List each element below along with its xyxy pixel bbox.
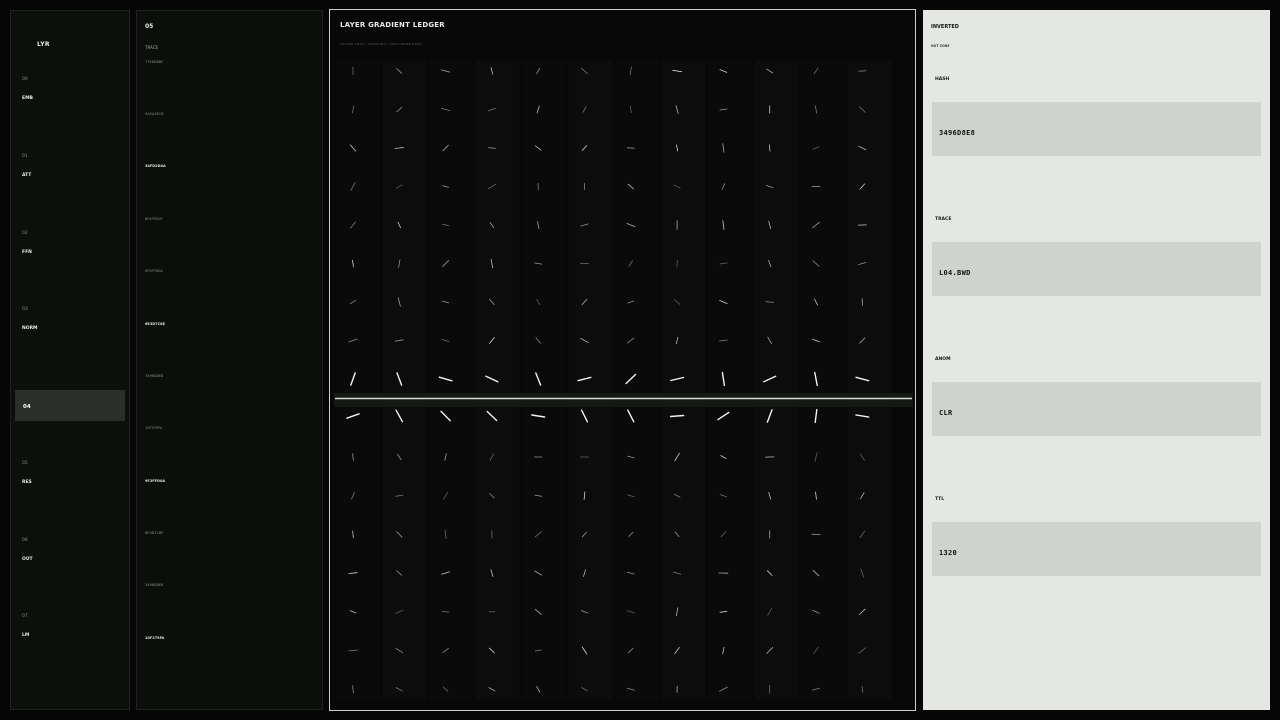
gradient-field-panel: LAYER GRADIENT LEDGER VECTOR FIELD / SIG… [329, 9, 916, 711]
layer-item-01[interactable]: 01 ATT [15, 154, 125, 186]
field-column [336, 60, 380, 700]
layer-number: 01 [22, 154, 28, 159]
trace-hash[interactable]: 6E3D7C8E [145, 322, 165, 326]
layer-number: 07 [22, 614, 28, 619]
field-subtitle: VECTOR FIELD / SIGNALING / HIGH-ORDER GR… [340, 42, 422, 46]
gradient-vector [669, 414, 685, 418]
layer-code: LM [22, 633, 30, 638]
layer-code: FFN [22, 250, 32, 255]
trace-hash[interactable]: 10F379FA [145, 426, 162, 430]
layer-item-00[interactable]: 00 EMB [15, 77, 125, 109]
hash-label: HASH [935, 77, 950, 82]
layer-code: NORM [22, 326, 38, 331]
field-title: LAYER GRADIENT LEDGER [340, 21, 445, 29]
trace-label: TRACE [145, 45, 159, 50]
trace-value: L04.BWD [939, 269, 971, 277]
selection-band [334, 393, 913, 407]
layer-number: 02 [22, 231, 28, 236]
field-column [708, 60, 752, 700]
trace-hash[interactable]: 6E3D7C8E [145, 531, 163, 535]
zone-label: NOT ZONE [931, 44, 950, 48]
trace-field-label: TRACE [935, 217, 952, 222]
trace-hash[interactable]: 9F2FFD0A [145, 269, 163, 273]
field-column [522, 60, 566, 700]
layer-item-06[interactable]: 06 OUT [15, 538, 125, 570]
layer-item-07[interactable]: 07 LM [15, 614, 125, 646]
field-column [615, 60, 659, 700]
anom-field[interactable]: CLR [932, 382, 1261, 436]
layer-code: OUT [22, 557, 33, 562]
trace-hash[interactable]: 3496D8E8 [145, 583, 163, 587]
trace-field[interactable]: L04.BWD [932, 242, 1261, 296]
inverted-heading: INVERTED [931, 24, 959, 30]
trace-hash[interactable]: 34FD2D4A [145, 164, 166, 168]
field-column [568, 60, 613, 700]
layer-code: ATT [22, 173, 32, 178]
trace-hash[interactable]: 9A5A3ECB [145, 112, 164, 116]
trace-hash[interactable]: 10F379FA [145, 636, 164, 640]
layer-number: 04 [23, 404, 31, 410]
vector-field-canvas[interactable] [330, 10, 917, 712]
ttl-value: 1320 [939, 549, 958, 557]
layer-item-05[interactable]: 05 RES [15, 461, 125, 493]
ttl-label: TTL [935, 497, 945, 502]
layer-item-03[interactable]: 03 NORM [15, 307, 125, 339]
trace-panel: 05 TRACE 77E8D88C 9A5A3ECB 34FD2D4A 6F4F… [136, 10, 323, 710]
rail-brand: LYR [37, 41, 50, 48]
layer-item-04-active[interactable]: 04 [15, 390, 125, 421]
inverted-detail-card: INVERTED NOT ZONE HASH 3496D8E8 TRACE L0… [923, 10, 1270, 710]
trace-layer-id: 05 [145, 23, 154, 30]
anom-label: ANOM [935, 357, 951, 362]
layer-code: EMB [22, 96, 33, 101]
trace-hash[interactable]: 6F4F9519 [145, 217, 162, 221]
field-column [382, 60, 427, 700]
field-column [475, 60, 520, 700]
layer-item-02[interactable]: 02 FFN [15, 231, 125, 263]
layer-code: RES [22, 480, 32, 485]
trace-hash[interactable]: 77E8D88C [145, 60, 163, 64]
field-column [754, 60, 799, 700]
hash-field[interactable]: 3496D8E8 [932, 102, 1261, 156]
field-column [847, 60, 892, 700]
layer-rail: LYR 00 EMB 01 ATT 02 FFN 03 NORM 04 05 R… [10, 10, 130, 710]
layer-number: 03 [22, 307, 28, 312]
trace-hash[interactable]: 9F2FFD0A [145, 479, 165, 483]
layer-number: 05 [22, 461, 28, 466]
hash-value: 3496D8E8 [939, 129, 976, 137]
trace-hash[interactable]: 3496D8E8 [145, 374, 163, 378]
layer-number: 06 [22, 538, 28, 543]
field-column [661, 60, 706, 700]
ttl-field[interactable]: 1320 [932, 522, 1261, 576]
layer-number: 00 [22, 77, 28, 82]
field-column [801, 60, 845, 700]
anom-value: CLR [939, 409, 953, 417]
